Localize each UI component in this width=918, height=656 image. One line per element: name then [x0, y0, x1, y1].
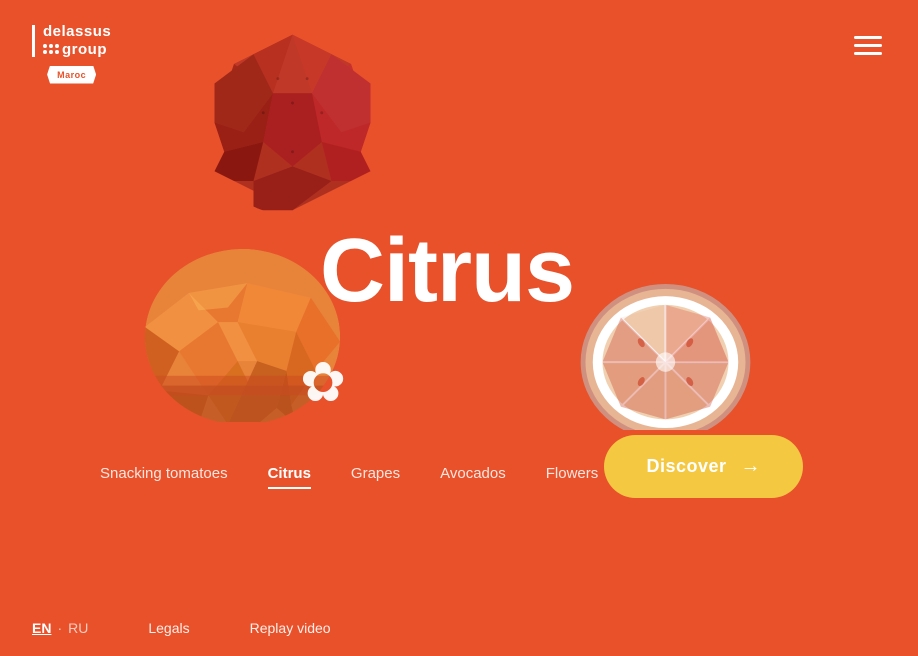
main-content: delassus group Maroc [0, 0, 918, 656]
grapefruit-slice [578, 270, 753, 430]
lang-separator: · [57, 620, 62, 636]
header: delassus group Maroc [0, 0, 918, 108]
replay-video-link[interactable]: Replay video [250, 620, 331, 636]
hamburger-button[interactable] [850, 32, 886, 59]
lang-en[interactable]: EN [32, 620, 51, 636]
footer: EN · RU Legals Replay video [0, 600, 918, 656]
product-navigation: Snacking tomatoes Citrus Grapes Avocados… [100, 465, 598, 486]
flower-decoration: ✿ [300, 350, 346, 414]
nav-item-flowers[interactable]: Flowers [546, 465, 599, 486]
language-selector: EN · RU [32, 620, 88, 636]
lang-ru[interactable]: RU [68, 620, 88, 636]
discover-button[interactable]: Discover → [604, 435, 803, 498]
nav-item-citrus[interactable]: Citrus [268, 465, 311, 486]
nav-item-snacking-tomatoes[interactable]: Snacking tomatoes [100, 465, 228, 486]
discover-arrow-icon: → [741, 455, 762, 478]
logo-badge: Maroc [47, 66, 96, 84]
logo-line1: delassus [43, 24, 111, 41]
logo-line2: group [62, 41, 107, 58]
hero-title: Citrus [320, 220, 574, 323]
discover-label: Discover [646, 456, 726, 477]
logo: delassus group Maroc [32, 24, 111, 84]
nav-item-grapes[interactable]: Grapes [351, 465, 400, 486]
legals-link[interactable]: Legals [148, 620, 189, 636]
nav-item-avocados[interactable]: Avocados [440, 465, 506, 486]
